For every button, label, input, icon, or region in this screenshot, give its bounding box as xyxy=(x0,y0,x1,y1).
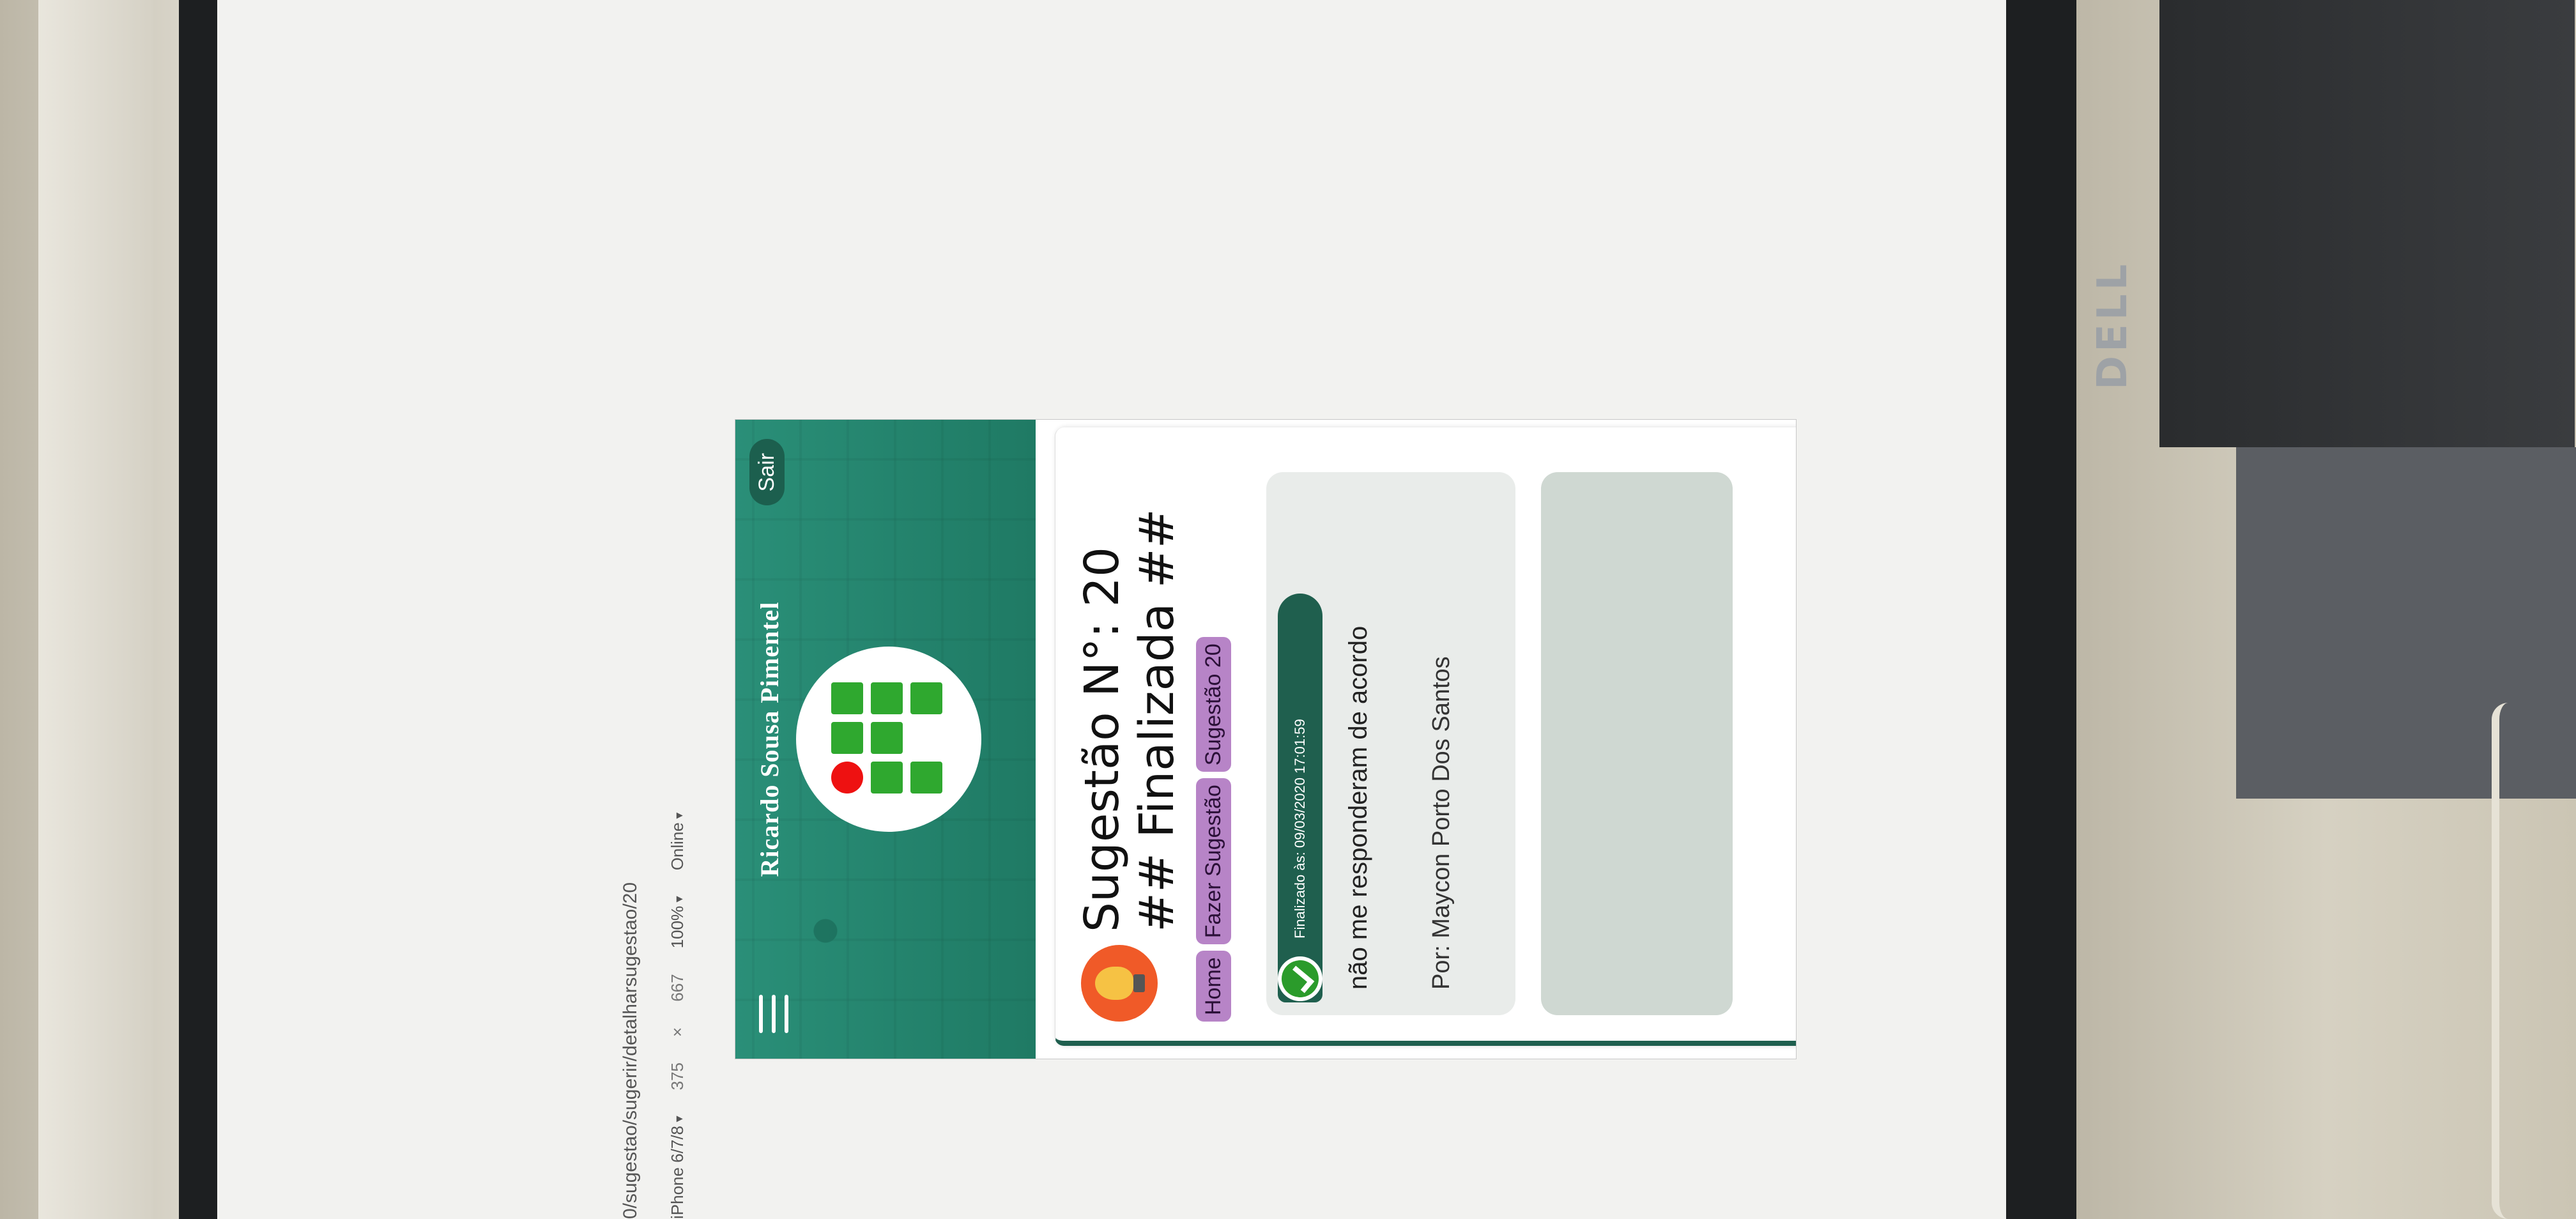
user-name: Ricardo Sousa Pimentel xyxy=(755,601,784,877)
screen-content: 0/sugestao/sugerir/detalharsugestao/20 i… xyxy=(217,0,2006,1219)
suggestion-title: Sugestão N°: 20 ## Finalizada ## xyxy=(1075,459,1184,932)
suggestion-card: Sugestão N°: 20 ## Finalizada ## Home Fa… xyxy=(1055,427,1797,1046)
cable xyxy=(2492,703,2525,1219)
reply-message: Finalizado às: 09/03/2020 17:01:59 não m… xyxy=(1266,472,1515,1015)
ifpe-logo xyxy=(796,647,981,832)
status-badge: Finalizado às: 09/03/2020 17:01:59 xyxy=(1278,594,1322,1002)
network-throttle-select[interactable]: Online xyxy=(668,813,687,870)
viewport-width[interactable]: 375 xyxy=(668,1062,687,1090)
device-select[interactable]: iPhone 6/7/8 xyxy=(668,1116,687,1219)
monitor-screen: 0/sugestao/sugerir/detalharsugestao/20 i… xyxy=(217,0,2006,1219)
zoom-select[interactable]: 100% xyxy=(668,896,687,949)
reply-author: Por: Maycon Porto Dos Santos xyxy=(1428,656,1455,990)
suggestion-number: Sugestão N°: 20 xyxy=(1075,546,1130,932)
mobile-viewport: Ricardo Sousa Pimentel Sair Sugestão N°:… xyxy=(735,419,1797,1059)
breadcrumb-current: Sugestão 20 xyxy=(1196,637,1231,772)
monitor-stand xyxy=(2159,0,2575,447)
monitor-stand-base xyxy=(2236,447,2576,799)
breadcrumb: Home Fazer Sugestão Sugestão 20 xyxy=(1196,637,1231,1022)
devtools-device-toolbar: iPhone 6/7/8 375 × 667 100% Online xyxy=(664,813,690,1219)
dell-logo: DELL xyxy=(2089,260,2136,390)
suggestion-status: ## Finalizada ## xyxy=(1130,509,1184,932)
address-url[interactable]: 0/sugestao/sugerir/detalharsugestao/20 xyxy=(620,882,641,1219)
next-reply-card xyxy=(1541,472,1733,1015)
reply-text: não me responderam de acordo xyxy=(1344,625,1372,990)
logout-button[interactable]: Sair xyxy=(749,439,785,506)
check-icon xyxy=(1278,956,1322,1001)
hamburger-icon[interactable] xyxy=(755,995,793,1033)
header-banner: Ricardo Sousa Pimentel Sair xyxy=(735,420,1036,1059)
breadcrumb-make-suggestion[interactable]: Fazer Sugestão xyxy=(1196,778,1231,945)
wall-trim xyxy=(38,0,153,1219)
dimension-separator: × xyxy=(667,1027,687,1037)
viewport-height[interactable]: 667 xyxy=(668,974,687,1001)
lightbulb-icon xyxy=(1081,945,1158,1022)
breadcrumb-home[interactable]: Home xyxy=(1196,951,1231,1022)
